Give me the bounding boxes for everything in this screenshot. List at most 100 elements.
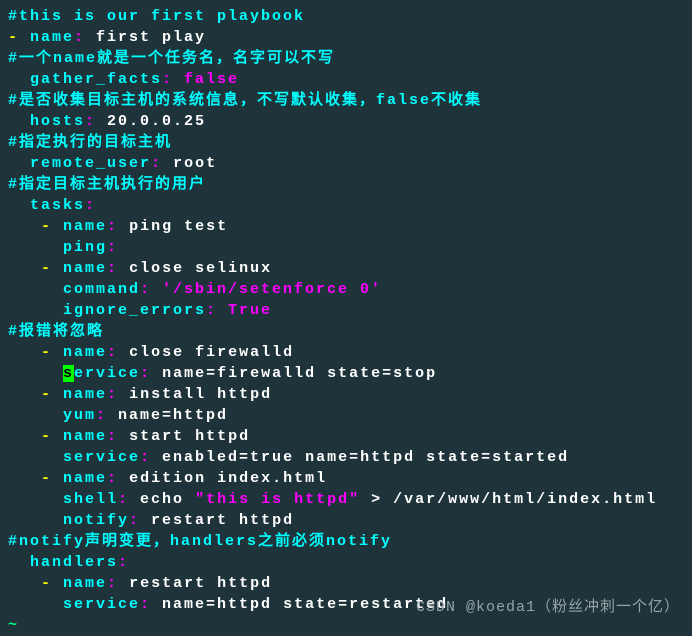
code-token: ping <box>63 239 107 256</box>
code-token: handlers <box>30 554 118 571</box>
code-token: shell <box>63 491 118 508</box>
code-token <box>8 260 41 277</box>
code-token: : <box>107 470 129 487</box>
code-token <box>8 554 30 571</box>
code-token: : <box>107 428 129 445</box>
code-token: #指定执行的目标主机 <box>8 134 172 151</box>
code-token: : <box>107 239 118 256</box>
code-line: remote_user: root <box>8 153 684 174</box>
code-line: handlers: <box>8 552 684 573</box>
code-token: ignore_errors <box>63 302 206 319</box>
code-line: - name: close firewalld <box>8 342 684 363</box>
code-token: name <box>63 386 107 403</box>
code-token: #是否收集目标主机的系统信息，不写默认收集，false不收集 <box>8 92 482 109</box>
code-line: #指定目标主机执行的用户 <box>8 174 684 195</box>
code-token: : <box>151 155 173 172</box>
code-token: #this is our first playbook <box>8 8 305 25</box>
code-token <box>8 407 63 424</box>
code-token: service <box>63 449 140 466</box>
code-line: - name: start httpd <box>8 426 684 447</box>
code-token: root <box>173 155 217 172</box>
code-line: #指定执行的目标主机 <box>8 132 684 153</box>
code-token <box>8 470 41 487</box>
code-token: ping test <box>129 218 228 235</box>
code-token: echo <box>140 491 195 508</box>
code-line: - name: first play <box>8 27 684 48</box>
code-line: yum: name=httpd <box>8 405 684 426</box>
code-line: #是否收集目标主机的系统信息，不写默认收集，false不收集 <box>8 90 684 111</box>
code-line: - name: ping test <box>8 216 684 237</box>
code-editor: #this is our first playbook - name: first… <box>8 6 684 636</box>
code-token <box>8 449 63 466</box>
code-token: : <box>85 197 96 214</box>
code-token: : <box>85 113 107 130</box>
code-token: name <box>63 260 107 277</box>
code-token: : <box>96 407 118 424</box>
code-token: ervice <box>74 365 140 382</box>
code-token: #一个name就是一个任务名，名字可以不写 <box>8 50 335 67</box>
code-token: tasks <box>30 197 85 214</box>
code-token: restart httpd <box>129 575 272 592</box>
code-token <box>8 386 41 403</box>
code-token: 20.0.0.25 <box>107 113 206 130</box>
code-line: - name: edition index.html <box>8 468 684 489</box>
code-token: - <box>41 428 63 445</box>
code-token: close selinux <box>129 260 272 277</box>
code-token: : <box>74 29 96 46</box>
code-token: start httpd <box>129 428 250 445</box>
code-token: : <box>140 449 162 466</box>
code-token <box>8 512 63 529</box>
code-token <box>8 113 30 130</box>
watermark-text: CSDN @koeda1（粉丝冲刺一个亿） <box>416 597 680 618</box>
code-token: notify <box>63 512 129 529</box>
code-token: - <box>41 344 63 361</box>
code-token <box>8 71 30 88</box>
code-token: remote_user <box>30 155 151 172</box>
code-token: s <box>63 365 74 382</box>
code-token <box>8 155 30 172</box>
code-token: - <box>41 575 63 592</box>
code-token: : <box>107 575 129 592</box>
code-line: #this is our first playbook <box>8 6 684 27</box>
code-token: : <box>118 554 129 571</box>
code-token: name <box>30 29 74 46</box>
code-token <box>8 344 41 361</box>
code-token: #notify声明变更，handlers之前必须notify <box>8 533 392 550</box>
code-token: hosts <box>30 113 85 130</box>
code-token: edition index.html <box>129 470 327 487</box>
code-token: service <box>63 596 140 613</box>
code-token: first play <box>96 29 206 46</box>
code-token: restart httpd <box>151 512 294 529</box>
code-token: - <box>8 29 30 46</box>
code-token: - <box>41 386 63 403</box>
code-token <box>8 218 41 235</box>
code-token: - <box>41 470 63 487</box>
code-token <box>8 302 63 319</box>
code-line: command: '/sbin/setenforce 0' <box>8 279 684 300</box>
code-token: name <box>63 428 107 445</box>
code-token: install httpd <box>129 386 272 403</box>
code-token: yum <box>63 407 96 424</box>
code-line: #报错将忽略 <box>8 321 684 342</box>
code-token: command <box>63 281 140 298</box>
code-token: : True <box>206 302 272 319</box>
code-token: gather_facts <box>30 71 162 88</box>
code-token: name=httpd <box>118 407 228 424</box>
code-token: enabled=true name=httpd state=started <box>162 449 569 466</box>
code-token: name=httpd state=restarted <box>162 596 448 613</box>
code-token: : '/sbin/setenforce 0' <box>140 281 382 298</box>
code-line: ping: <box>8 237 684 258</box>
code-line: - name: close selinux <box>8 258 684 279</box>
code-token: : <box>129 512 151 529</box>
code-token: #报错将忽略 <box>8 323 104 340</box>
code-line: #notify声明变更，handlers之前必须notify <box>8 531 684 552</box>
code-token: > /var/www/html/index.html <box>360 491 657 508</box>
code-token: : <box>118 491 140 508</box>
code-line: - name: restart httpd <box>8 573 684 594</box>
code-token: : false <box>162 71 239 88</box>
code-token: name <box>63 575 107 592</box>
code-line: shell: echo "this is httpd" > /var/www/h… <box>8 489 684 510</box>
code-line: service: enabled=true name=httpd state=s… <box>8 447 684 468</box>
code-line: notify: restart httpd <box>8 510 684 531</box>
code-token <box>8 281 63 298</box>
